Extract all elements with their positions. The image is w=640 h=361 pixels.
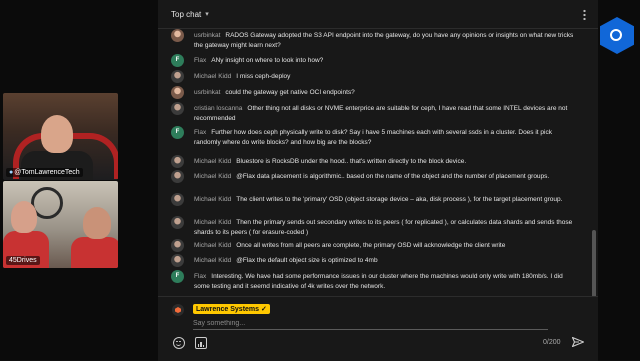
more-options-icon[interactable] — [583, 9, 586, 20]
message-text: Bluestore is RocksDB under the hood.. th… — [236, 158, 467, 165]
user-name-badge: Lawrence Systems ✓ — [193, 304, 270, 314]
avatar[interactable] — [171, 29, 184, 42]
right-overlay — [598, 0, 640, 360]
author-name[interactable]: Michael Kidd — [194, 196, 231, 203]
message-text: The client writes to the 'primary' OSD (… — [236, 196, 563, 203]
message-text: Further how does ceph physically write t… — [194, 129, 552, 146]
super-chat-icon[interactable] — [195, 337, 207, 349]
avatar[interactable] — [171, 102, 184, 115]
chat-header: Top chat ▾ — [158, 0, 598, 29]
author-name[interactable]: Flax — [194, 57, 206, 64]
avatar[interactable]: F — [171, 126, 184, 139]
cam1-label: ●@TomLawrenceTech — [6, 168, 83, 177]
chevron-down-icon[interactable]: ▾ — [205, 10, 209, 18]
webcam-tom-lawrence: ●@TomLawrenceTech — [3, 93, 118, 180]
avatar[interactable] — [171, 193, 184, 206]
chat-input-area: Lawrence Systems✓ 0/200 — [158, 296, 598, 361]
twitter-icon: ● — [9, 169, 14, 176]
author-name[interactable]: Michael Kidd — [194, 173, 231, 180]
avatar[interactable] — [171, 254, 184, 267]
avatar[interactable] — [171, 170, 184, 183]
avatar[interactable] — [171, 86, 184, 99]
message-text: Interesting. We have had some performanc… — [194, 273, 563, 290]
brand-logo-icon — [600, 17, 634, 54]
avatar[interactable] — [171, 70, 184, 83]
message-text: RADOS Gateway adopted the S3 API endpoin… — [194, 32, 574, 49]
webcam-45drives: 45Drives — [3, 181, 118, 268]
user-avatar — [172, 304, 184, 316]
chat-message-input[interactable] — [193, 318, 548, 330]
video-area: ●@TomLawrenceTech 45Drives — [0, 0, 158, 360]
guest2-body — [71, 237, 118, 268]
send-icon[interactable] — [572, 337, 584, 347]
message-text: Other thing not all disks or NVME enterp… — [194, 105, 568, 122]
check-icon: ✓ — [261, 306, 267, 313]
live-chat-panel: Top chat ▾ usrbinkat RADOS Gateway adopte… — [158, 0, 598, 361]
chat-scrollbar[interactable] — [592, 230, 596, 300]
message-text: Then the primary sends out secondary wri… — [194, 219, 573, 236]
chat-mode-selector[interactable]: Top chat — [171, 10, 201, 19]
avatar[interactable]: F — [171, 270, 184, 283]
guest1-head — [11, 201, 37, 233]
message-text: could the gateway get native OCI endpoin… — [225, 89, 355, 96]
author-name[interactable]: Michael Kidd — [194, 158, 231, 165]
character-counter: 0/200 — [543, 339, 561, 346]
author-name[interactable]: cristian loscanna — [194, 105, 242, 112]
message-text: @Flax data placement is algorithmic.. ba… — [236, 173, 550, 180]
author-name[interactable]: Flax — [194, 129, 206, 136]
author-name[interactable]: Michael Kidd — [194, 73, 231, 80]
author-name[interactable]: usrbinkat — [194, 32, 220, 39]
cam2-label: 45Drives — [6, 256, 40, 265]
avatar[interactable] — [171, 155, 184, 168]
message-text: ANy insight on where to look into how? — [211, 57, 324, 64]
avatar[interactable] — [171, 239, 184, 252]
host-head — [41, 115, 73, 153]
message-text: Once all writes from all peers are compl… — [236, 242, 506, 249]
avatar[interactable]: F — [171, 54, 184, 67]
guest2-head — [83, 207, 111, 239]
author-name[interactable]: Michael Kidd — [194, 219, 231, 226]
emoji-icon[interactable] — [173, 337, 185, 349]
author-name[interactable]: Flax — [194, 273, 206, 280]
message-text: I miss ceph-deploy — [236, 73, 291, 80]
avatar[interactable] — [171, 216, 184, 229]
author-name[interactable]: Michael Kidd — [194, 257, 231, 264]
message-text: @Flax the default object size is optimiz… — [236, 257, 378, 264]
author-name[interactable]: Michael Kidd — [194, 242, 231, 249]
chat-messages: usrbinkat RADOS Gateway adopted the S3 AP… — [158, 29, 598, 295]
author-name[interactable]: usrbinkat — [194, 89, 220, 96]
